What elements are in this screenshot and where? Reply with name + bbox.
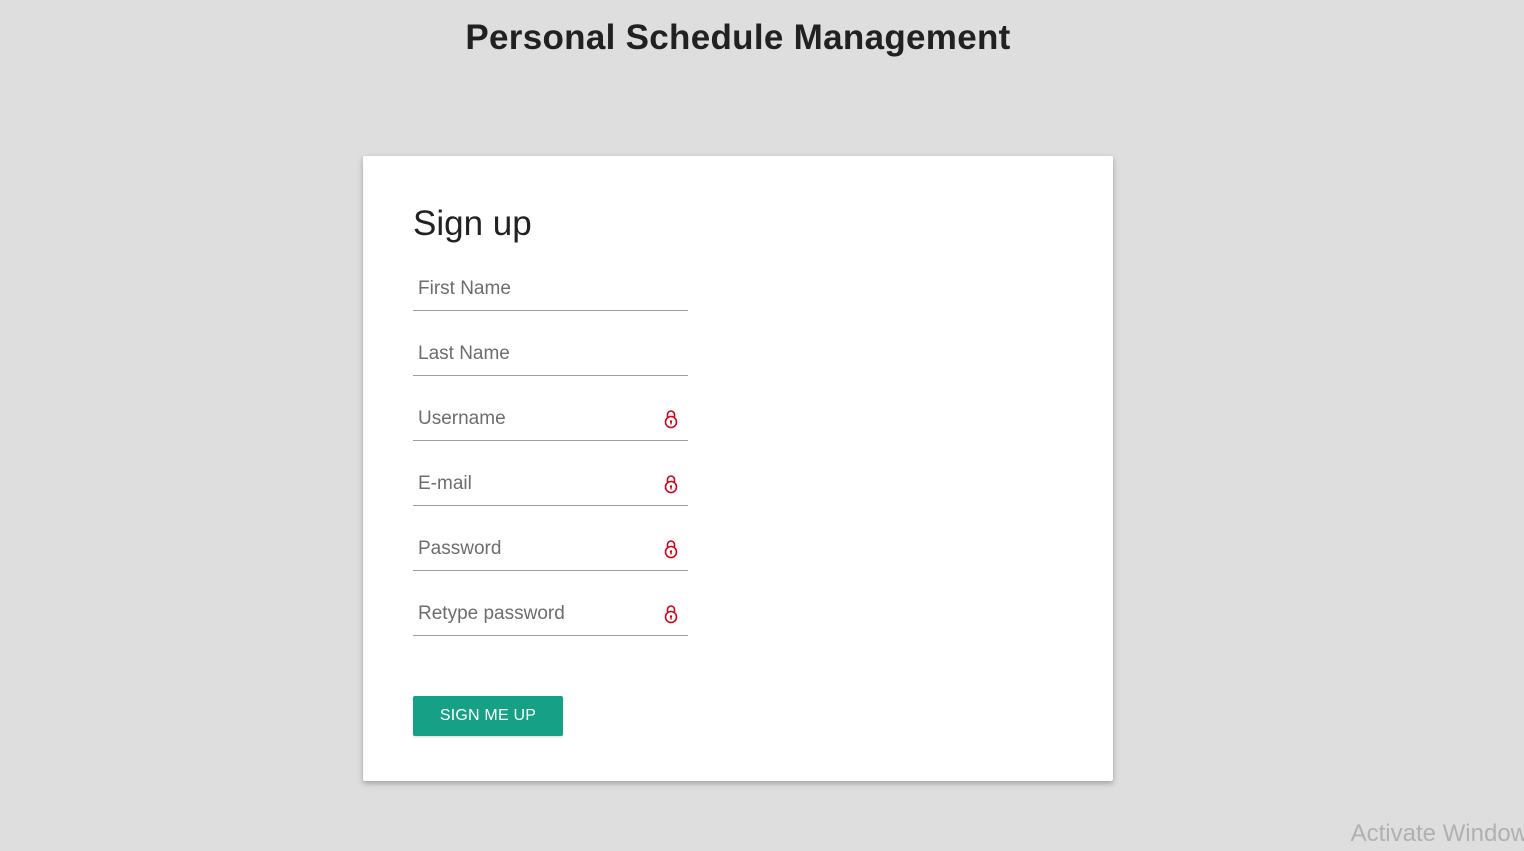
app-title: Personal Schedule Management xyxy=(465,18,1011,57)
sign-me-up-button[interactable]: SIGN ME UP xyxy=(413,696,563,736)
retype-password-input[interactable] xyxy=(413,595,658,633)
form-title: Sign up xyxy=(413,204,532,243)
password-field xyxy=(413,530,688,571)
lock-icon xyxy=(664,605,678,624)
first-name-input[interactable] xyxy=(413,270,658,308)
page: Personal Schedule Management Sign up Fir… xyxy=(0,0,1524,851)
email-field xyxy=(413,465,688,506)
last-name-field xyxy=(413,335,688,376)
email-input[interactable] xyxy=(413,465,658,503)
username-input[interactable] xyxy=(413,400,658,438)
username-field xyxy=(413,400,688,441)
lock-icon xyxy=(664,475,678,494)
last-name-input[interactable] xyxy=(413,335,658,373)
signup-card: Sign up First Name Last Name Username E-… xyxy=(363,156,1113,781)
lock-icon xyxy=(664,540,678,559)
activate-windows-watermark: Activate Window xyxy=(1350,820,1524,847)
lock-icon xyxy=(664,410,678,429)
password-input[interactable] xyxy=(413,530,658,568)
retype-password-field xyxy=(413,595,688,636)
first-name-field xyxy=(413,270,688,311)
